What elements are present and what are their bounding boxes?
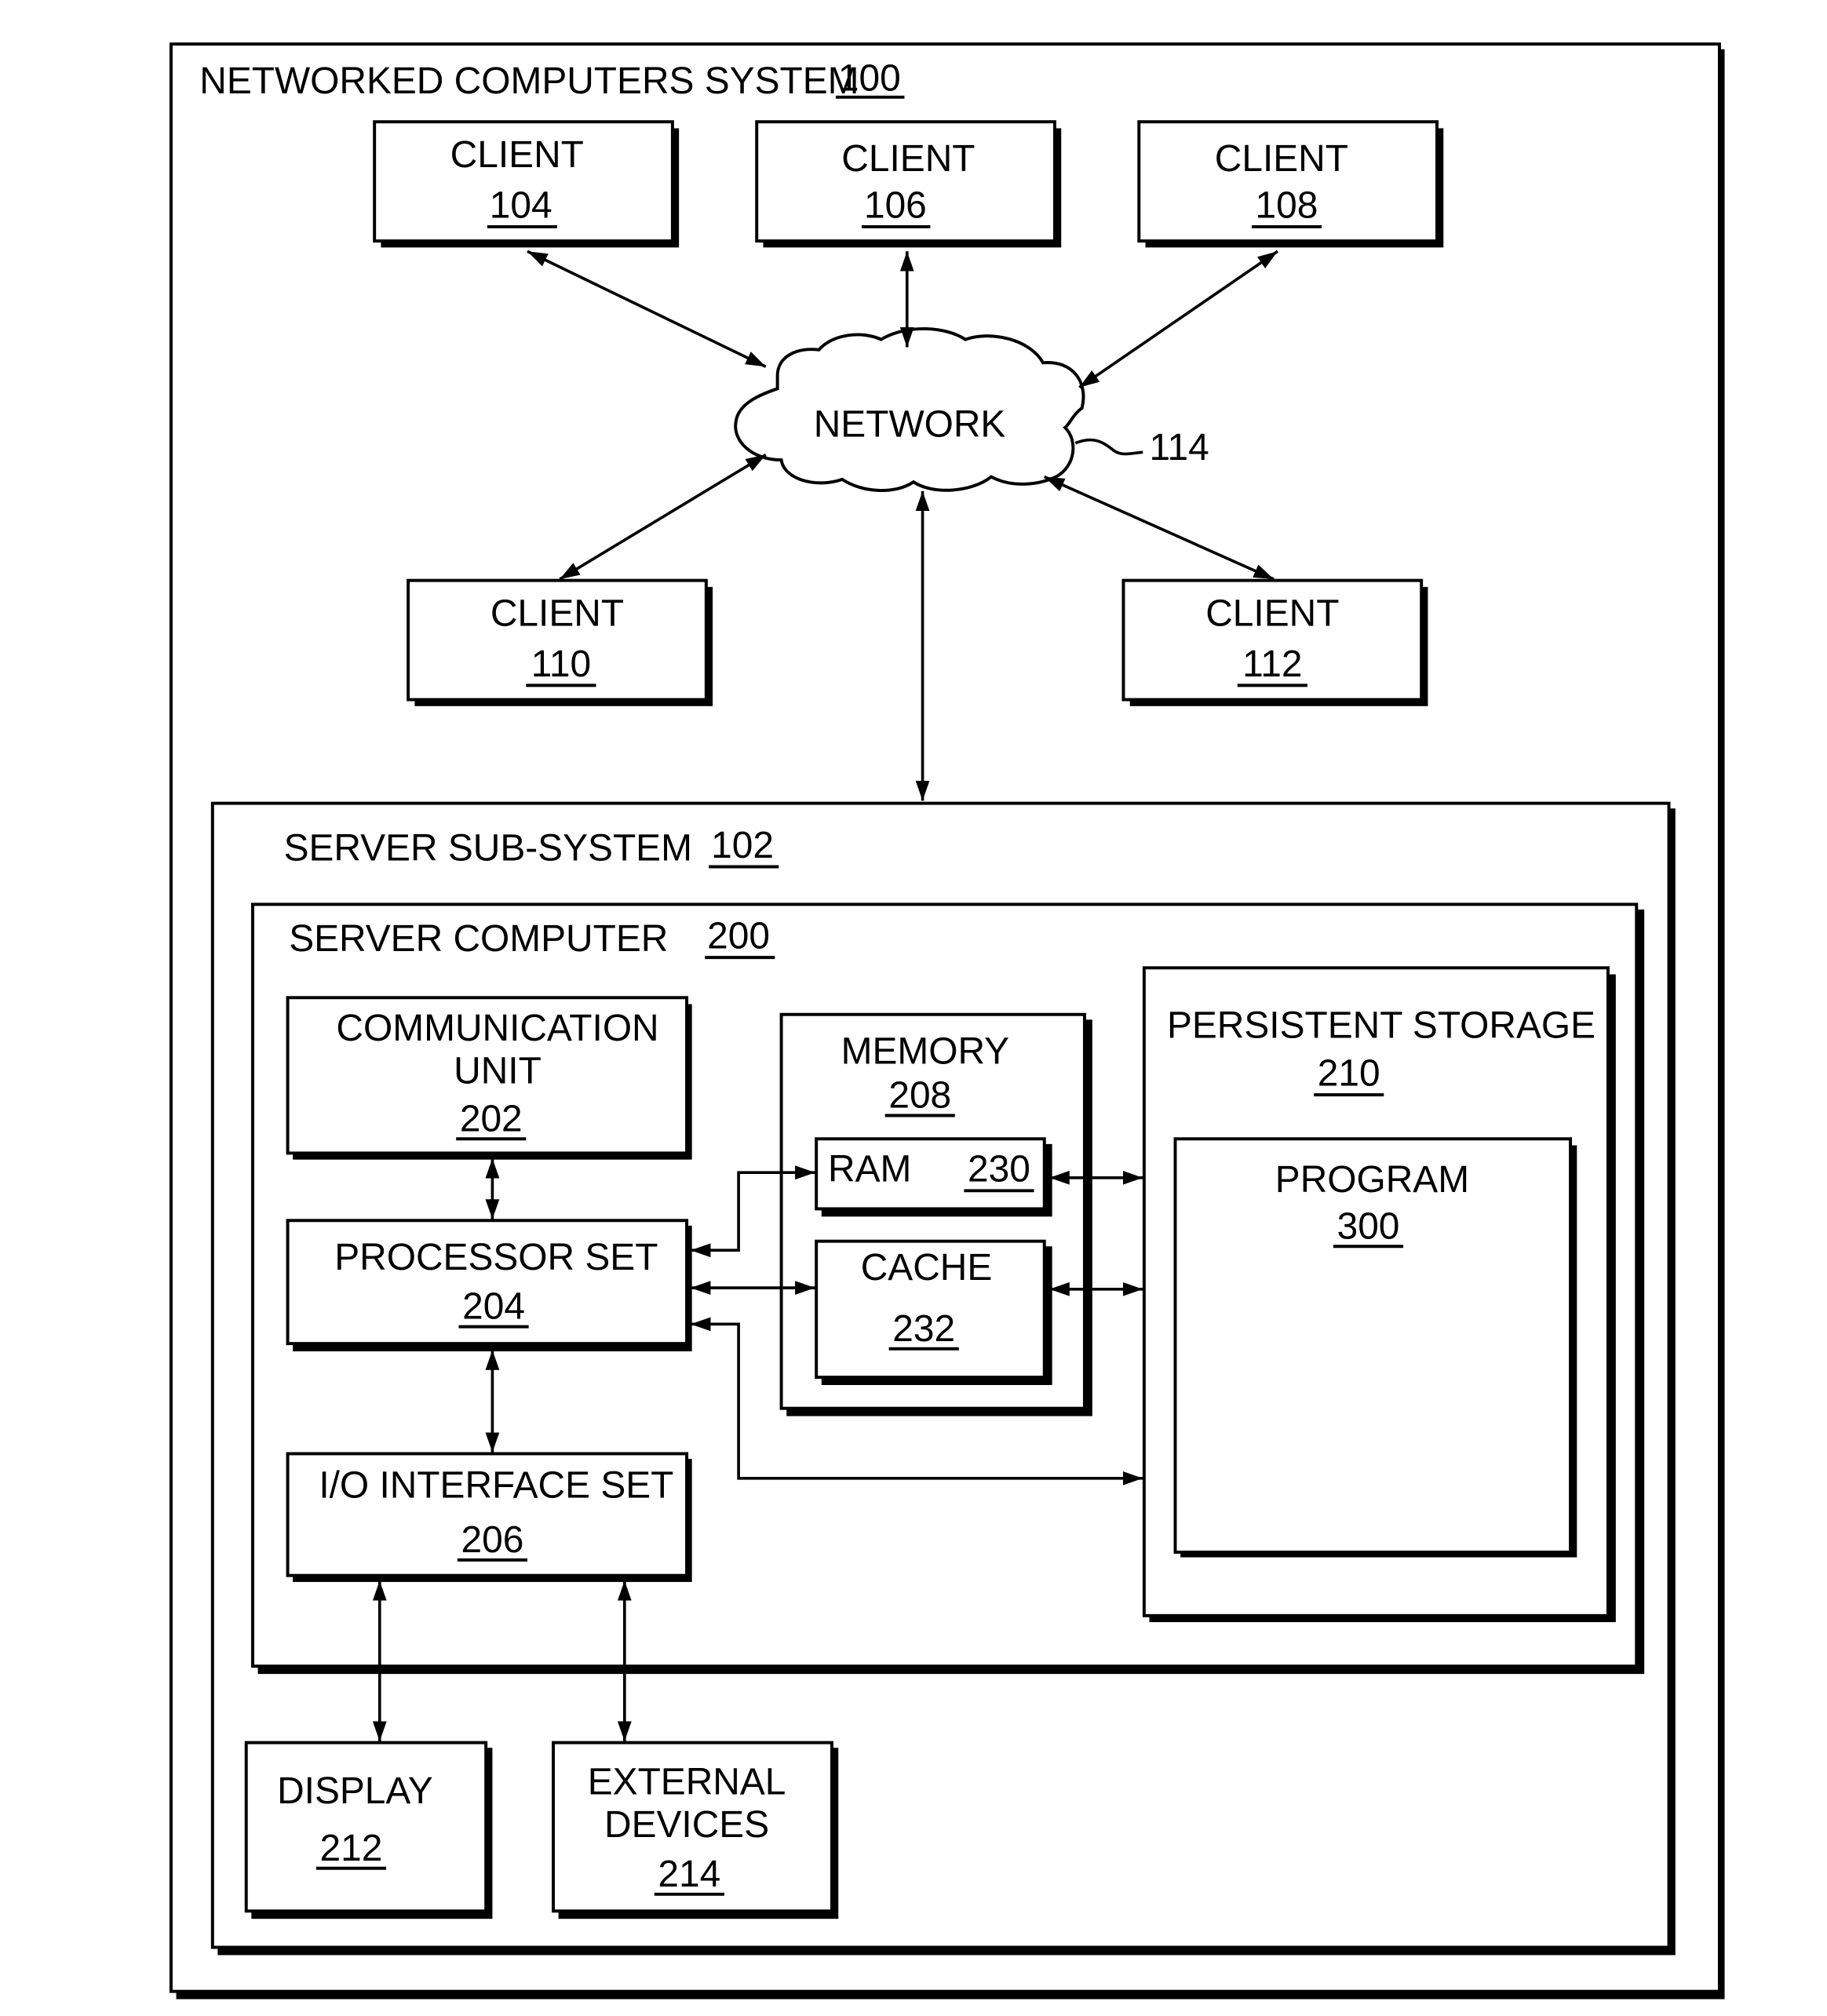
- client-112-label: CLIENT: [1205, 592, 1339, 634]
- communication-unit-label-line1: COMMUNICATION: [336, 1008, 658, 1049]
- memory-ref: 208: [888, 1075, 951, 1117]
- ram-label: RAM: [828, 1149, 911, 1190]
- external-devices-label-line1: EXTERNAL: [588, 1762, 786, 1803]
- client-108-ref: 108: [1256, 184, 1318, 226]
- communication-unit-label-line2: UNIT: [454, 1050, 542, 1092]
- client-104-label: CLIENT: [450, 134, 584, 176]
- client-108-label: CLIENT: [1215, 138, 1348, 180]
- network-label: NETWORK: [814, 403, 1006, 445]
- processor-set-box[interactable]: PROCESSOR SET 204: [286, 1219, 692, 1352]
- external-devices-label-line2: DEVICES: [604, 1804, 769, 1846]
- client-106-ref: 106: [864, 184, 927, 226]
- client-112-ref: 112: [1242, 643, 1302, 685]
- cache-label: CACHE: [861, 1247, 993, 1289]
- io-interface-set-ref: 206: [461, 1519, 523, 1561]
- system-ref: 100: [838, 58, 901, 100]
- system-title: NETWORKED COMPUTERS SYSTEM: [199, 60, 859, 102]
- server-computer-ref: 200: [707, 916, 770, 957]
- program-box[interactable]: PROGRAM 300: [1173, 1137, 1577, 1558]
- client-108[interactable]: CLIENT 108: [1137, 120, 1444, 248]
- client-112[interactable]: CLIENT 112: [1121, 578, 1428, 706]
- program-label: PROGRAM: [1275, 1159, 1469, 1201]
- client-106[interactable]: CLIENT 106: [755, 120, 1062, 248]
- display-ref: 212: [320, 1828, 383, 1869]
- persistent-storage-ref: 210: [1318, 1053, 1380, 1095]
- persistent-storage-label: PERSISTENT STORAGE: [1167, 1004, 1595, 1046]
- ram-ref: 230: [968, 1149, 1030, 1190]
- program-ref: 300: [1337, 1205, 1400, 1247]
- client-110-ref: 110: [531, 643, 591, 685]
- client-106-label: CLIENT: [841, 138, 975, 180]
- networked-computers-diagram: NETWORKED COMPUTERS SYSTEM 100 CLIENT 10…: [169, 42, 1725, 2000]
- client-104-ref: 104: [490, 184, 552, 226]
- client-110[interactable]: CLIENT 110: [407, 578, 713, 706]
- client-104[interactable]: CLIENT 104: [373, 120, 680, 248]
- communication-unit-box[interactable]: COMMUNICATION UNIT 202: [286, 996, 692, 1160]
- cache-box[interactable]: CACHE 232: [815, 1239, 1052, 1385]
- cache-ref: 232: [892, 1308, 955, 1350]
- external-devices-box[interactable]: EXTERNAL DEVICES 214: [552, 1741, 839, 1919]
- io-interface-set-box[interactable]: I/O INTERFACE SET 206: [286, 1452, 692, 1582]
- external-devices-ref: 214: [658, 1854, 720, 1895]
- ram-box[interactable]: RAM 230: [815, 1137, 1052, 1217]
- display-box[interactable]: DISPLAY 212: [244, 1741, 493, 1919]
- server-subsystem-ref: 102: [711, 825, 774, 866]
- display-label: DISPLAY: [277, 1770, 433, 1812]
- client-110-label: CLIENT: [490, 592, 624, 634]
- processor-set-ref: 204: [462, 1286, 525, 1328]
- server-subsystem-title: SERVER SUB-SYSTEM: [284, 827, 692, 869]
- io-interface-set-label: I/O INTERFACE SET: [319, 1465, 673, 1507]
- communication-unit-ref: 202: [460, 1098, 523, 1139]
- network-ref: 114: [1149, 427, 1209, 468]
- server-computer-title: SERVER COMPUTER: [289, 918, 668, 960]
- memory-label: MEMORY: [841, 1030, 1010, 1072]
- processor-set-label: PROCESSOR SET: [334, 1237, 658, 1278]
